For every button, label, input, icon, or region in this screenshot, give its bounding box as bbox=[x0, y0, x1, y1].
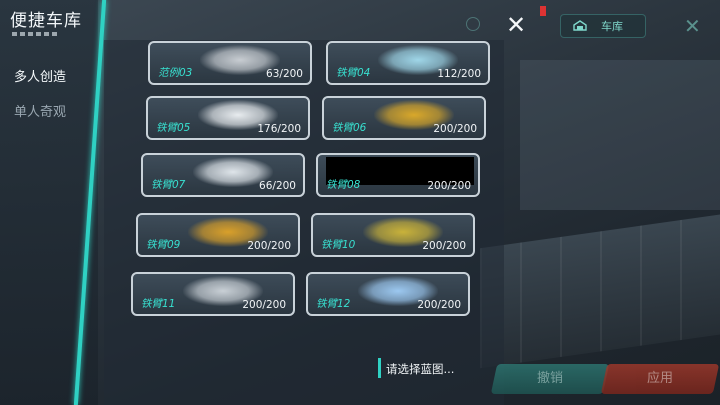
blueprint-name: 铁臂08 bbox=[326, 179, 361, 191]
blueprint-name: 铁臂04 bbox=[336, 67, 371, 79]
blueprint-name: 铁臂12 bbox=[316, 298, 351, 310]
blueprint-name: 铁臂06 bbox=[332, 122, 367, 134]
undo-button[interactable]: 撤销 bbox=[490, 364, 610, 394]
blueprint-card[interactable]: 铁臂08 200/200 bbox=[316, 153, 480, 197]
blueprint-part-count: 200/200 bbox=[422, 240, 466, 252]
sidebar-item-multiplayer-create[interactable]: 多人创造 bbox=[14, 66, 66, 85]
blueprint-name: 铁臂07 bbox=[151, 179, 186, 191]
sidebar-item-solo-wonder[interactable]: 单人奇观 bbox=[14, 101, 66, 120]
blueprint-part-count: 200/200 bbox=[427, 180, 471, 192]
hint-accent-bar bbox=[378, 358, 381, 378]
blueprint-card[interactable]: 铁臂12 200/200 bbox=[306, 272, 470, 316]
apply-button[interactable]: 应用 bbox=[600, 364, 720, 394]
blueprint-card[interactable]: 铁臂05 176/200 bbox=[146, 96, 310, 140]
blueprint-name: 铁臂11 bbox=[141, 298, 176, 310]
blueprint-name: 铁臂09 bbox=[146, 239, 181, 251]
status-ring-icon bbox=[466, 17, 480, 31]
page-title: 便捷车库 bbox=[10, 11, 82, 31]
blueprint-part-count: 200/200 bbox=[417, 299, 461, 311]
blueprint-card[interactable]: 铁臂11 200/200 bbox=[131, 272, 295, 316]
blueprint-card[interactable]: 铁臂07 66/200 bbox=[141, 153, 305, 197]
close-button[interactable]: ✕ bbox=[503, 12, 529, 38]
background-floor bbox=[480, 211, 720, 369]
sidebar: 便捷车库 多人创造 单人奇观 bbox=[0, 0, 98, 405]
blueprint-part-count: 200/200 bbox=[247, 240, 291, 252]
blueprint-name: 范例03 bbox=[158, 67, 193, 79]
blueprint-part-count: 63/200 bbox=[266, 68, 303, 80]
secondary-close-icon[interactable]: ✕ bbox=[684, 14, 701, 38]
apply-button-label: 应用 bbox=[646, 371, 673, 386]
background-structure bbox=[520, 60, 720, 210]
blueprint-card[interactable]: 铁臂04 112/200 bbox=[326, 41, 490, 85]
blueprint-card[interactable]: 铁臂10 200/200 bbox=[311, 213, 475, 257]
blueprint-hint: 请选择蓝图... bbox=[378, 356, 498, 380]
blueprint-part-count: 176/200 bbox=[257, 123, 301, 135]
garage-label: 车库 bbox=[601, 20, 623, 33]
garage-icon bbox=[573, 20, 587, 31]
garage-button[interactable]: 车库 bbox=[560, 14, 646, 38]
hint-text: 请选择蓝图... bbox=[386, 362, 455, 376]
blueprint-part-count: 200/200 bbox=[242, 299, 286, 311]
title-underline bbox=[12, 32, 58, 36]
flag-icon bbox=[540, 6, 546, 16]
blueprint-part-count: 112/200 bbox=[437, 68, 481, 80]
blueprint-name: 铁臂10 bbox=[321, 239, 356, 251]
blueprint-card[interactable]: 铁臂06 200/200 bbox=[322, 96, 486, 140]
undo-button-label: 撤销 bbox=[536, 371, 563, 386]
blueprint-part-count: 200/200 bbox=[433, 123, 477, 135]
blueprint-part-count: 66/200 bbox=[259, 180, 296, 192]
blueprint-card[interactable]: 范例03 63/200 bbox=[148, 41, 312, 85]
blueprint-card[interactable]: 铁臂09 200/200 bbox=[136, 213, 300, 257]
blueprint-name: 铁臂05 bbox=[156, 122, 191, 134]
